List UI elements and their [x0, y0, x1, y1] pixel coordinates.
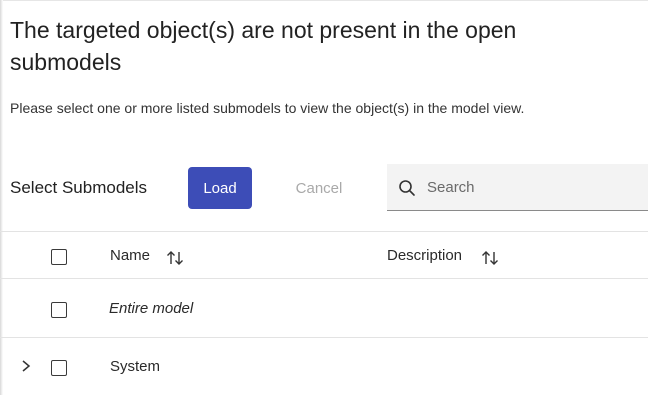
load-button[interactable]: Load — [188, 167, 252, 209]
row-name: System — [110, 358, 161, 375]
sort-description-icon[interactable] — [481, 250, 499, 266]
table-row[interactable]: System — [0, 337, 648, 396]
submodel-selection-dialog: The targeted object(s) are not present i… — [0, 0, 648, 395]
row-checkbox[interactable] — [51, 360, 67, 376]
search-input[interactable] — [427, 164, 637, 210]
row-checkbox[interactable] — [51, 302, 67, 318]
dialog-message: Please select one or more listed submode… — [10, 100, 525, 116]
select-submodels-label: Select Submodels — [10, 178, 148, 197]
column-header-name[interactable]: Name — [110, 247, 150, 264]
search-box[interactable] — [387, 164, 648, 211]
select-all-checkbox[interactable] — [51, 249, 67, 265]
cancel-button[interactable]: Cancel — [286, 167, 352, 209]
search-icon — [399, 180, 415, 196]
chevron-right-icon[interactable] — [20, 359, 32, 373]
dialog-title: The targeted object(s) are not present i… — [10, 17, 517, 75]
top-divider — [0, 0, 648, 1]
row-name: Entire model — [109, 300, 194, 317]
column-header-description[interactable]: Description — [387, 247, 462, 264]
table-row[interactable]: Entire model — [0, 278, 648, 338]
sort-name-icon[interactable] — [166, 250, 184, 266]
table-header-row: Name Description — [0, 231, 648, 279]
